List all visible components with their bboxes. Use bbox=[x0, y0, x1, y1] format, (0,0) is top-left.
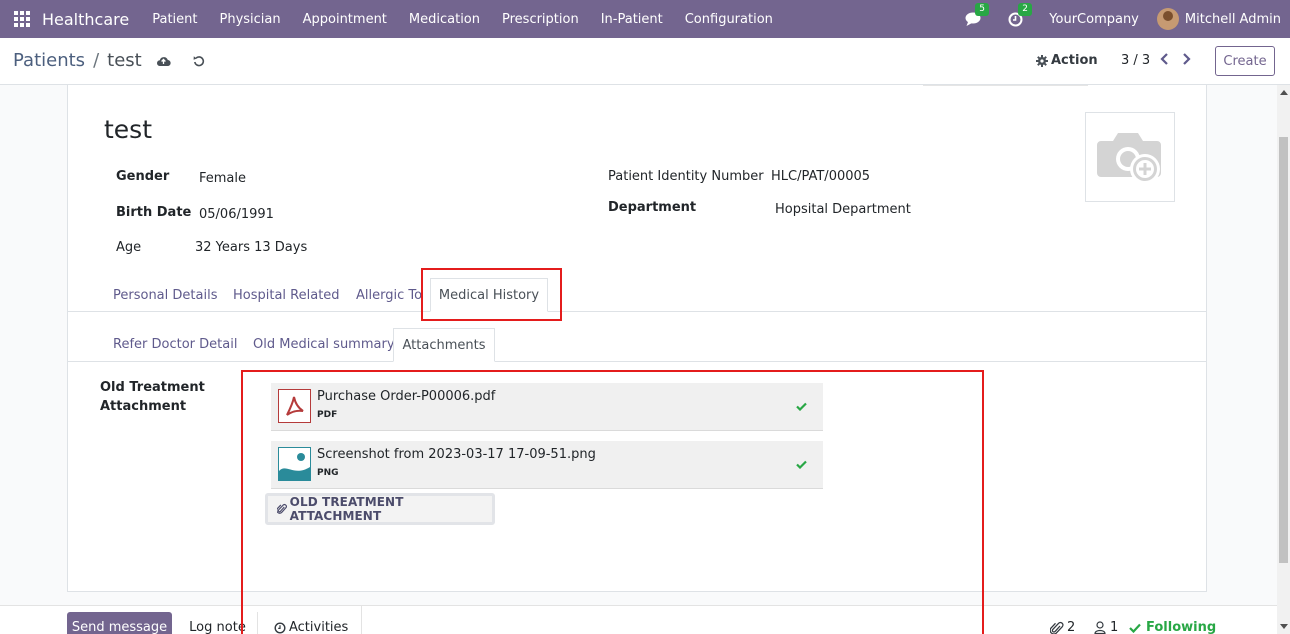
patient-photo[interactable] bbox=[1085, 112, 1175, 202]
subtab-refer-doctor-detail[interactable]: Refer Doctor Detail bbox=[113, 337, 237, 352]
menu-medication[interactable]: Medication bbox=[398, 12, 491, 27]
pdf-icon bbox=[278, 389, 311, 423]
log-note-button[interactable]: Log note bbox=[178, 612, 258, 634]
gender-value[interactable]: Female bbox=[199, 171, 246, 186]
menu-configuration[interactable]: Configuration bbox=[674, 12, 784, 27]
old-treatment-label-line2: Attachment bbox=[100, 399, 187, 414]
clock-icon bbox=[274, 622, 286, 634]
tab-personal-details[interactable]: Personal Details bbox=[113, 288, 217, 303]
following-label: Following bbox=[1146, 620, 1217, 634]
scrollbar-thumb[interactable] bbox=[1279, 137, 1288, 563]
sub-tabs-border bbox=[68, 361, 1206, 362]
old-treatment-label-line1: Old Treatment bbox=[100, 380, 205, 395]
user-avatar[interactable] bbox=[1156, 8, 1179, 30]
check-icon bbox=[1129, 623, 1141, 633]
birth-date-value[interactable]: 05/06/1991 bbox=[199, 207, 274, 222]
action-label: Action bbox=[1051, 53, 1098, 68]
followers-count: 1 bbox=[1110, 620, 1119, 634]
patient-identity-label: Patient Identity Number bbox=[608, 169, 764, 184]
sheet-divider bbox=[923, 85, 1088, 87]
breadcrumb-current: test bbox=[107, 50, 142, 71]
app-brand[interactable]: Healthcare bbox=[42, 10, 129, 29]
save-cloud-icon[interactable] bbox=[156, 55, 171, 67]
menu-physician[interactable]: Physician bbox=[208, 12, 291, 27]
tab-medical-history[interactable]: Medical History bbox=[430, 278, 548, 312]
pager-value[interactable]: 3 / 3 bbox=[1121, 53, 1150, 68]
department-value[interactable]: Hopsital Department bbox=[775, 202, 911, 217]
subtab-old-medical-summary[interactable]: Old Medical summary bbox=[253, 337, 395, 352]
activities-button[interactable]: 2 bbox=[1008, 2, 1033, 27]
attachment-filename[interactable]: Screenshot from 2023-03-17 17-09-51.png bbox=[317, 447, 596, 462]
attachments-counter[interactable]: 2 bbox=[1050, 620, 1075, 634]
menu-in-patient[interactable]: In-Patient bbox=[590, 12, 674, 27]
attachment-filename[interactable]: Purchase Order-P00006.pdf bbox=[317, 389, 495, 404]
activities-label: Activities bbox=[289, 620, 349, 634]
messages-button[interactable]: 5 bbox=[965, 2, 990, 27]
user-name[interactable]: Mitchell Admin bbox=[1185, 12, 1281, 27]
scroll-down-icon[interactable] bbox=[1280, 624, 1288, 629]
vertical-scrollbar[interactable] bbox=[1277, 85, 1290, 634]
followers-counter[interactable]: 1 bbox=[1094, 620, 1118, 634]
attachment-filetype: PDF bbox=[317, 410, 338, 420]
gender-label: Gender bbox=[116, 169, 170, 184]
upload-attachment-label: OLD TREATMENT ATTACHMENT bbox=[289, 495, 404, 523]
apps-menu-icon[interactable] bbox=[14, 11, 30, 27]
send-message-button[interactable]: Send message bbox=[67, 612, 172, 634]
birth-date-label: Birth Date bbox=[116, 205, 192, 220]
attachment-item[interactable]: Purchase Order-P00006.pdf PDF bbox=[271, 383, 823, 431]
attachment-item[interactable]: Screenshot from 2023-03-17 17-09-51.png … bbox=[271, 441, 823, 489]
create-button[interactable]: Create bbox=[1215, 46, 1275, 76]
patient-name[interactable]: test bbox=[104, 115, 152, 144]
paperclip-icon bbox=[277, 503, 287, 514]
tab-hospital-related[interactable]: Hospital Related bbox=[233, 288, 340, 303]
activities-badge: 2 bbox=[1018, 2, 1033, 16]
following-button[interactable]: Following bbox=[1129, 620, 1216, 634]
form-sheet: test Gender Female Birth Date 05/06/1991… bbox=[67, 85, 1207, 592]
control-panel: Patients / test Action 3 / 3 Create bbox=[0, 38, 1290, 85]
patient-identity-value: HLC/PAT/00005 bbox=[771, 169, 871, 184]
tab-allergic-to[interactable]: Allergic To bbox=[356, 288, 422, 303]
discard-undo-icon[interactable] bbox=[193, 55, 205, 67]
check-icon bbox=[796, 400, 807, 415]
camera-add-icon bbox=[1097, 133, 1161, 184]
messages-badge: 5 bbox=[975, 2, 990, 16]
age-value: 32 Years 13 Days bbox=[195, 240, 308, 255]
menu-patient[interactable]: Patient bbox=[141, 12, 208, 27]
gear-icon bbox=[1036, 54, 1048, 67]
paperclip-icon bbox=[1050, 621, 1064, 634]
scroll-up-icon[interactable] bbox=[1280, 90, 1288, 95]
check-icon bbox=[796, 458, 807, 473]
attachments-count: 2 bbox=[1067, 620, 1076, 634]
menu-prescription[interactable]: Prescription bbox=[491, 12, 590, 27]
attachment-filetype: PNG bbox=[317, 468, 339, 478]
subtab-attachments[interactable]: Attachments bbox=[393, 328, 495, 362]
department-label: Department bbox=[608, 200, 697, 215]
breadcrumb-patients[interactable]: Patients bbox=[13, 50, 85, 71]
top-navbar: Healthcare Patient Physician Appointment… bbox=[0, 0, 1290, 38]
menu-appointment[interactable]: Appointment bbox=[292, 12, 398, 27]
age-label: Age bbox=[116, 240, 142, 255]
breadcrumb: Patients / test bbox=[13, 50, 205, 71]
chevron-right-icon bbox=[1183, 53, 1191, 65]
main-tabs-border bbox=[68, 311, 1206, 312]
chevron-left-icon bbox=[1160, 53, 1168, 65]
upload-attachment-button[interactable]: OLD TREATMENT ATTACHMENT bbox=[265, 493, 495, 525]
user-icon bbox=[1094, 621, 1106, 634]
image-icon bbox=[278, 447, 311, 481]
pager-next-button[interactable] bbox=[1182, 52, 1192, 70]
company-switcher[interactable]: YourCompany bbox=[1049, 12, 1139, 27]
activities-button-chatter[interactable]: Activities bbox=[258, 605, 362, 634]
pager-previous-button[interactable] bbox=[1159, 52, 1169, 70]
action-menu-button[interactable]: Action bbox=[1036, 53, 1098, 68]
breadcrumb-separator: / bbox=[93, 50, 100, 71]
